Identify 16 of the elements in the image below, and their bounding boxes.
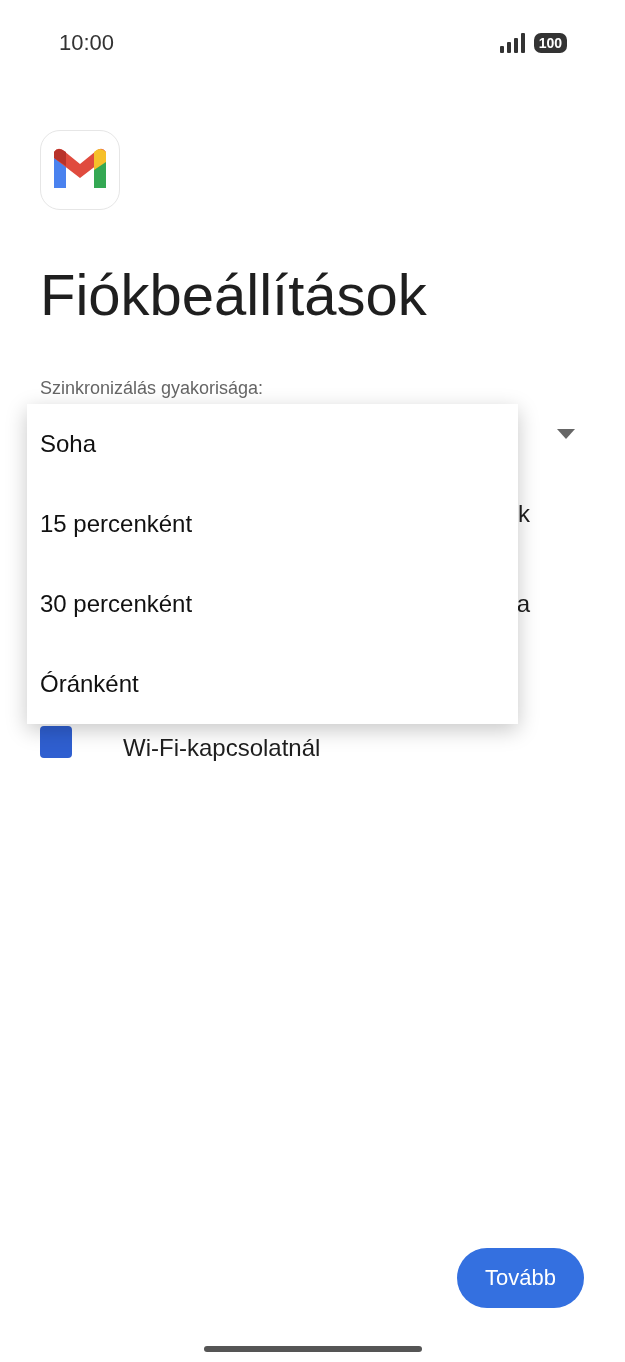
status-time: 10:00 — [59, 30, 115, 56]
dropdown-arrow-icon — [557, 429, 575, 439]
menu-option[interactable]: Soha — [27, 404, 518, 484]
option-text: a — [516, 590, 530, 618]
home-indicator[interactable] — [203, 1346, 422, 1352]
option-label: Wi-Fi-kapcsolatnál — [123, 734, 321, 762]
checkbox[interactable] — [40, 726, 72, 758]
signal-icon — [499, 33, 526, 53]
next-button[interactable]: Tovább — [457, 1248, 584, 1308]
menu-option[interactable]: Óránként — [27, 644, 518, 724]
menu-option[interactable]: 30 percenként — [27, 564, 518, 644]
option-text: k — [518, 500, 530, 528]
field-label: Szinkronizálás gyakorisága: — [40, 378, 264, 398]
page-title: Fiókbeállítások — [40, 261, 428, 329]
battery-indicator: 100 — [533, 33, 567, 53]
menu-option[interactable]: 15 percenként — [27, 484, 518, 564]
